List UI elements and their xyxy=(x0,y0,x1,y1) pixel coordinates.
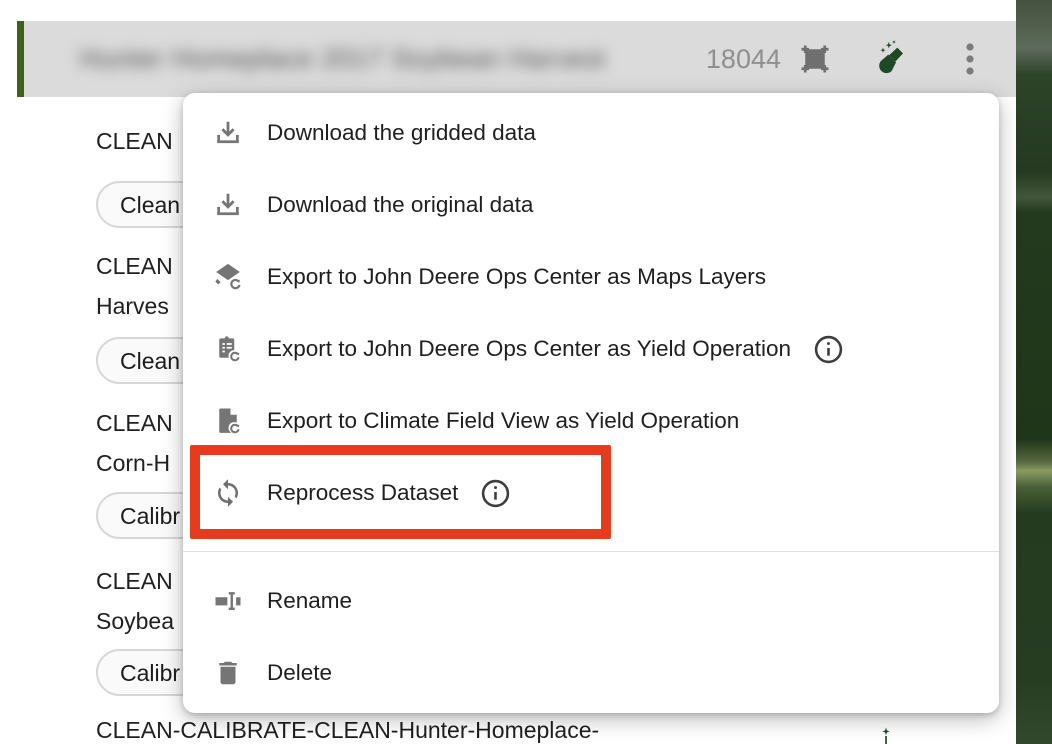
dataset-title: CLEAN xyxy=(96,568,173,595)
menu-item-download-gridded[interactable]: Download the gridded data xyxy=(183,97,999,169)
export-file-sync-icon xyxy=(213,406,243,436)
menu-item-label: Delete xyxy=(267,660,332,686)
dataset-context-menu: Download the gridded data Download the o… xyxy=(183,93,999,713)
info-icon[interactable] xyxy=(480,478,511,509)
header-controls: 18044 xyxy=(706,21,977,97)
download-icon xyxy=(213,190,243,220)
delete-icon xyxy=(213,658,243,688)
kebab-menu-icon[interactable] xyxy=(963,39,977,79)
point-count: 18044 xyxy=(706,44,781,75)
dataset-title-line2: Harves xyxy=(96,293,169,320)
menu-item-rename[interactable]: Rename xyxy=(183,565,999,637)
dataset-title: CLEAN xyxy=(96,128,173,155)
download-icon xyxy=(213,118,243,148)
menu-item-export-jd-maps-layers[interactable]: Export to John Deere Ops Center as Maps … xyxy=(183,241,999,313)
menu-divider xyxy=(183,551,999,552)
info-icon[interactable] xyxy=(813,334,844,365)
menu-item-label: Download the original data xyxy=(267,192,533,218)
clean-sparkle-icon xyxy=(876,726,896,744)
dataset-header-bar: Hunter Homeplace 2017 Soybean Harvest 18… xyxy=(17,21,1016,97)
menu-item-export-climate-field-view[interactable]: Export to Climate Field View as Yield Op… xyxy=(183,385,999,457)
export-maps-layers-icon xyxy=(213,262,243,292)
field-map-strip xyxy=(1016,0,1052,744)
menu-item-label: Rename xyxy=(267,588,352,614)
menu-item-export-jd-yield-operation[interactable]: Export to John Deere Ops Center as Yield… xyxy=(183,313,999,385)
menu-item-reprocess-dataset[interactable]: Reprocess Dataset xyxy=(183,457,999,529)
menu-item-label: Export to John Deere Ops Center as Yield… xyxy=(267,336,791,362)
menu-item-label: Download the gridded data xyxy=(267,120,536,146)
sync-icon xyxy=(213,478,243,508)
dataset-header-title: Hunter Homeplace 2017 Soybean Harvest xyxy=(80,44,606,75)
menu-item-label: Reprocess Dataset xyxy=(267,480,458,506)
dataset-title: CLEAN-CALIBRATE-CLEAN-Hunter-Homeplace- xyxy=(96,717,599,744)
dataset-title-line2: Corn-H xyxy=(96,450,170,477)
dataset-title: CLEAN xyxy=(96,410,173,437)
clean-sweep-icon[interactable] xyxy=(873,39,913,79)
dataset-title-line2: Soybea xyxy=(96,608,174,635)
menu-item-delete[interactable]: Delete xyxy=(183,637,999,709)
menu-item-label: Export to Climate Field View as Yield Op… xyxy=(267,408,739,434)
rename-icon xyxy=(213,586,243,616)
dataset-title: CLEAN xyxy=(96,253,173,280)
menu-item-download-original[interactable]: Download the original data xyxy=(183,169,999,241)
menu-item-label: Export to John Deere Ops Center as Maps … xyxy=(267,264,766,290)
export-yield-operation-icon xyxy=(213,334,243,364)
extent-square-icon[interactable] xyxy=(797,41,833,77)
